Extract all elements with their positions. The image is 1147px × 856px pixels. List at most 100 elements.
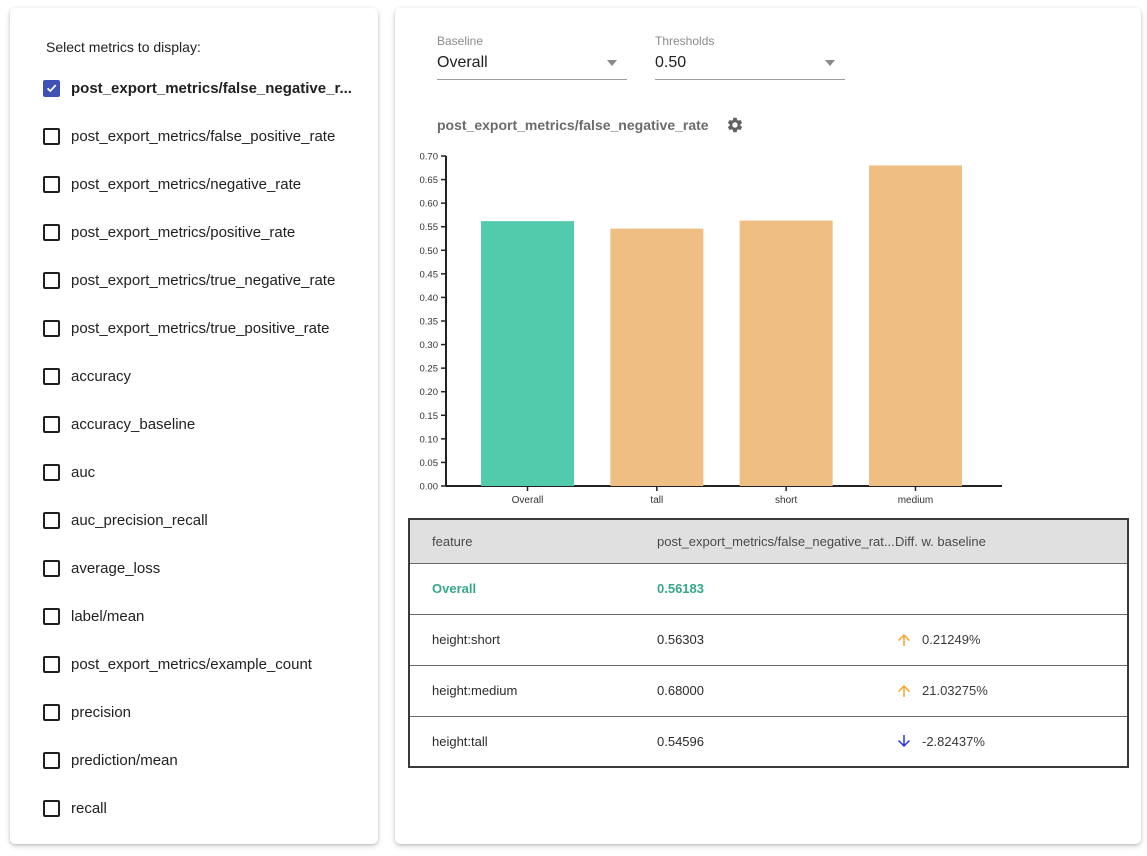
metric-label: accuracy [71, 368, 131, 385]
checkbox-unchecked-icon[interactable] [43, 608, 60, 625]
feature-cell: height:medium [409, 665, 637, 716]
chevron-down-icon[interactable] [607, 60, 617, 66]
y-axis-label: 0.45 [420, 269, 439, 280]
arrow-down-icon [895, 732, 913, 750]
metric-list-item[interactable]: post_export_metrics/false_negative_r... [43, 64, 370, 112]
metric-label: post_export_metrics/true_negative_rate [71, 272, 335, 289]
metric-list-item[interactable]: precision [43, 688, 370, 736]
bar-short[interactable] [740, 221, 833, 486]
metric-selector-panel: Select metrics to display: post_export_m… [10, 8, 378, 844]
chevron-down-icon[interactable] [825, 60, 835, 66]
checkbox-unchecked-icon[interactable] [43, 656, 60, 673]
diff-cell: 0.21249% [887, 614, 1128, 665]
bar-tall[interactable] [610, 229, 703, 486]
metric-list-item[interactable]: post_export_metrics/false_positive_rate [43, 112, 370, 160]
y-axis-label: 0.15 [420, 411, 439, 422]
diff-value: -2.82437% [922, 734, 985, 749]
metric-label: post_export_metrics/positive_rate [71, 224, 295, 241]
checkbox-unchecked-icon[interactable] [43, 272, 60, 289]
metric-list: post_export_metrics/false_negative_r...p… [43, 64, 370, 832]
checkbox-unchecked-icon[interactable] [43, 416, 60, 433]
table-row[interactable]: height:short0.563030.21249% [409, 614, 1128, 665]
checkbox-unchecked-icon[interactable] [43, 320, 60, 337]
metric-list-item[interactable]: post_export_metrics/positive_rate [43, 208, 370, 256]
metric-label: post_export_metrics/false_negative_r... [71, 80, 352, 97]
controls-row: Baseline Overall Thresholds 0.50 [437, 34, 845, 80]
metric-label: post_export_metrics/false_positive_rate [71, 128, 335, 145]
metric-label: prediction/mean [71, 752, 178, 769]
thresholds-select-label: Thresholds [655, 34, 845, 48]
metric-list-item[interactable]: post_export_metrics/true_negative_rate [43, 256, 370, 304]
y-axis-label: 0.40 [420, 293, 439, 304]
metric-list-item[interactable]: auc_precision_recall [43, 496, 370, 544]
metric-label: post_export_metrics/example_count [71, 656, 312, 673]
thresholds-select[interactable]: Thresholds 0.50 [655, 34, 845, 80]
checkbox-unchecked-icon[interactable] [43, 176, 60, 193]
baseline-select[interactable]: Baseline Overall [437, 34, 627, 80]
checkbox-unchecked-icon[interactable] [43, 464, 60, 481]
metric-label: auc_precision_recall [71, 512, 208, 529]
metric-value-cell: 0.56303 [637, 614, 887, 665]
checkbox-unchecked-icon[interactable] [43, 368, 60, 385]
checkbox-unchecked-icon[interactable] [43, 128, 60, 145]
col-header-metric: post_export_metrics/false_negative_rat..… [637, 519, 887, 563]
metric-list-item[interactable]: accuracy [43, 352, 370, 400]
y-axis-label: 0.65 [420, 175, 439, 186]
y-axis-label: 0.70 [420, 152, 439, 163]
checkbox-unchecked-icon[interactable] [43, 704, 60, 721]
arrow-up-icon [895, 631, 913, 649]
chart-header: post_export_metrics/false_negative_rate [437, 116, 744, 134]
metric-label: label/mean [71, 608, 144, 625]
metric-list-item[interactable]: recall [43, 784, 370, 832]
checkbox-checked-icon[interactable] [43, 80, 60, 97]
metric-list-item[interactable]: post_export_metrics/example_count [43, 640, 370, 688]
diff-value: 21.03275% [922, 683, 988, 698]
metric-selector-title: Select metrics to display: [46, 39, 201, 55]
bar-chart: 0.000.050.100.150.200.250.300.350.400.45… [395, 146, 1015, 518]
gear-icon[interactable] [726, 116, 744, 134]
metric-label: post_export_metrics/negative_rate [71, 176, 301, 193]
x-axis-label: Overall [512, 495, 544, 506]
checkbox-unchecked-icon[interactable] [43, 800, 60, 817]
table-row[interactable]: height:medium0.68000 21.03275% [409, 665, 1128, 716]
metrics-table: feature post_export_metrics/false_negati… [408, 518, 1129, 768]
y-axis-label: 0.50 [420, 246, 439, 257]
x-axis-label: medium [898, 495, 934, 506]
y-axis-label: 0.55 [420, 222, 439, 233]
diff-value: 0.21249% [922, 632, 981, 647]
bar-medium[interactable] [869, 165, 962, 486]
metric-list-item[interactable]: accuracy_baseline [43, 400, 370, 448]
checkbox-unchecked-icon[interactable] [43, 512, 60, 529]
metric-value-cell: 0.68000 [637, 665, 887, 716]
metric-list-item[interactable]: post_export_metrics/true_positive_rate [43, 304, 370, 352]
metric-label: precision [71, 704, 131, 721]
metric-list-item[interactable]: average_loss [43, 544, 370, 592]
bar-Overall[interactable] [481, 221, 574, 486]
metric-label: post_export_metrics/true_positive_rate [71, 320, 329, 337]
diff-cell: 21.03275% [887, 665, 1128, 716]
metric-label: recall [71, 800, 107, 817]
y-axis-label: 0.35 [420, 317, 439, 328]
feature-cell: Overall [409, 563, 637, 614]
checkbox-unchecked-icon[interactable] [43, 752, 60, 769]
metric-list-item[interactable]: post_export_metrics/negative_rate [43, 160, 370, 208]
chart-title: post_export_metrics/false_negative_rate [437, 117, 709, 133]
baseline-select-label: Baseline [437, 34, 627, 48]
metric-list-item[interactable]: prediction/mean [43, 736, 370, 784]
baseline-select-value: Overall [437, 54, 488, 72]
y-axis-label: 0.30 [420, 340, 439, 351]
table-header-row: feature post_export_metrics/false_negati… [409, 519, 1128, 563]
y-axis-label: 0.10 [420, 434, 439, 445]
feature-cell: height:tall [409, 716, 637, 767]
metric-label: auc [71, 464, 95, 481]
metric-list-item[interactable]: auc [43, 448, 370, 496]
checkbox-unchecked-icon[interactable] [43, 560, 60, 577]
diff-cell: -2.82437% [887, 716, 1128, 767]
x-axis-label: tall [650, 495, 663, 506]
table-row[interactable]: height:tall0.54596-2.82437% [409, 716, 1128, 767]
col-header-diff: Diff. w. baseline [887, 519, 1128, 563]
metric-list-item[interactable]: label/mean [43, 592, 370, 640]
table-row[interactable]: Overall0.56183 [409, 563, 1128, 614]
checkbox-unchecked-icon[interactable] [43, 224, 60, 241]
y-axis-label: 0.60 [420, 199, 439, 210]
